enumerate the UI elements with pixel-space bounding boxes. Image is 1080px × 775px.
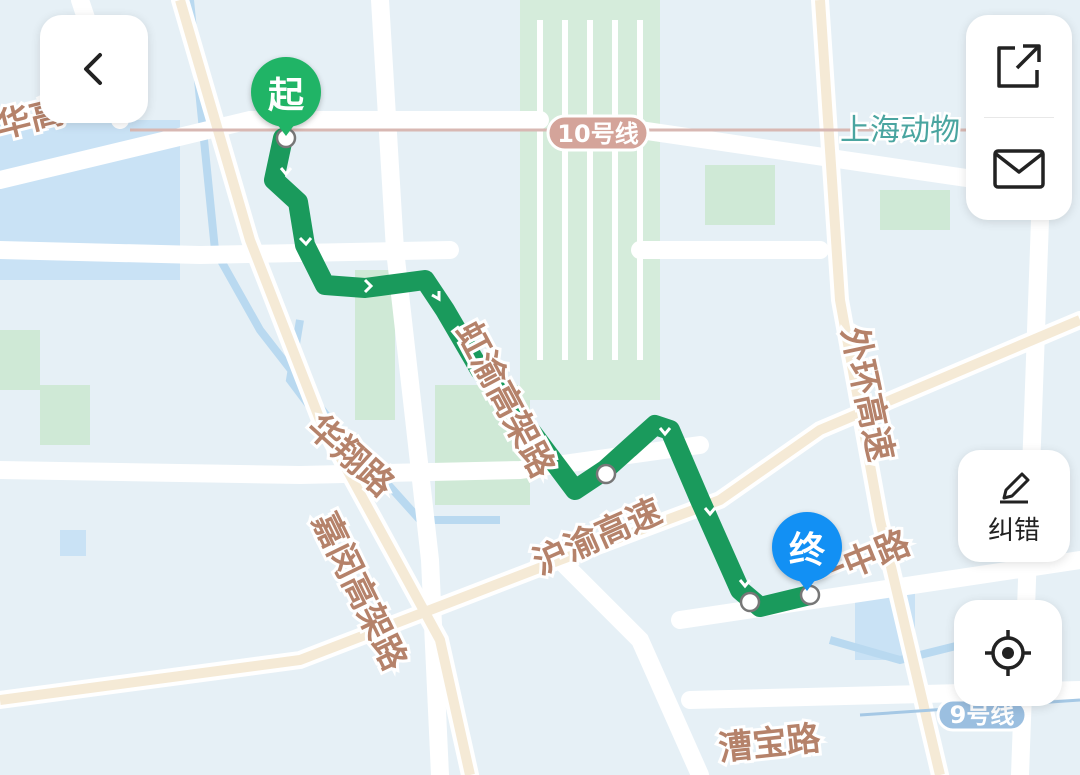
- chevron-left-icon: [84, 53, 102, 85]
- end-marker-label: 终: [788, 530, 825, 571]
- route-waypoint[interactable]: [739, 591, 761, 613]
- top-right-actions: [966, 15, 1072, 220]
- green-area: [40, 385, 90, 445]
- locate-target-icon: [985, 630, 1031, 676]
- svg-text:10号线: 10号线: [557, 120, 638, 148]
- poi-label-zoo: 上海动物: [840, 113, 960, 148]
- route-end-marker[interactable]: 终: [772, 512, 842, 591]
- envelope-icon: [993, 149, 1045, 189]
- report-error-label: 纠错: [987, 515, 1040, 546]
- route-start-marker[interactable]: 起: [251, 57, 321, 136]
- share-external-icon: [997, 44, 1041, 88]
- report-error-button[interactable]: 纠错: [958, 450, 1070, 562]
- start-marker-label: 起: [267, 75, 304, 116]
- green-area: [0, 330, 40, 390]
- map-view[interactable]: 10号线 9号线 华高 上海动物 虹渝高架路 华翔路 嘉闵高架路 沪渝高速 外环…: [0, 0, 1080, 775]
- share-button[interactable]: [966, 15, 1072, 117]
- green-area: [705, 165, 775, 225]
- green-area: [880, 190, 950, 230]
- pencil-icon: [1000, 472, 1030, 503]
- road-label-caobao: 漕宝路: [717, 718, 824, 769]
- metro-badge-10: 10号线: [546, 114, 650, 152]
- road-label-huyu: 沪渝高速: [527, 491, 668, 583]
- back-button[interactable]: [40, 15, 148, 123]
- message-button[interactable]: [966, 118, 1072, 220]
- route-waypoint[interactable]: [595, 463, 617, 485]
- map-canvas[interactable]: 10号线 9号线 华高 上海动物 虹渝高架路 华翔路 嘉闵高架路 沪渝高速 外环…: [0, 0, 1080, 775]
- water-area: [60, 530, 86, 556]
- locate-button[interactable]: [954, 600, 1062, 706]
